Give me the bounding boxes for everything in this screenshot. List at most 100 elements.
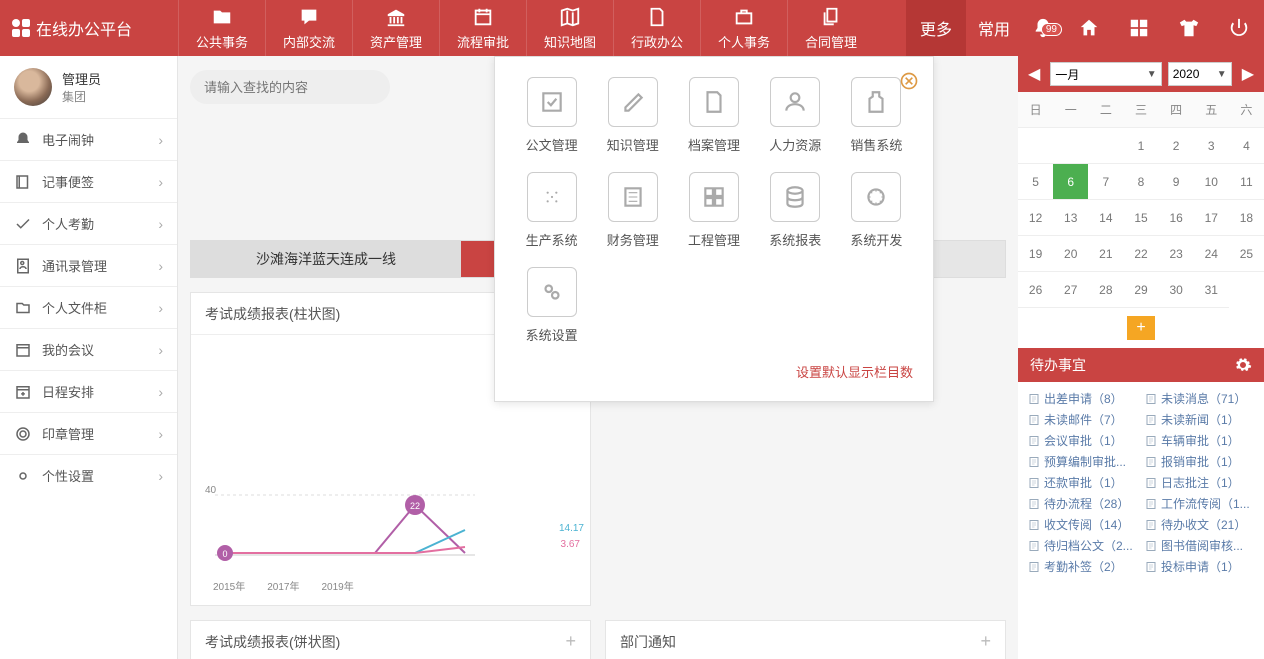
todo-item[interactable]: 还款审批（1） [1028, 474, 1137, 491]
sidebar-item-3[interactable]: 通讯录管理› [0, 244, 177, 286]
cal-day[interactable]: 30 [1159, 272, 1194, 308]
search-box[interactable] [190, 70, 390, 104]
nav-item-2[interactable]: 资产管理 [352, 0, 439, 56]
cal-day[interactable]: 12 [1018, 200, 1053, 236]
more-app-10[interactable]: 系统设置 [515, 267, 588, 344]
cal-day[interactable]: 15 [1123, 200, 1158, 236]
more-app-2[interactable]: 档案管理 [677, 77, 750, 154]
sidebar-item-2[interactable]: 个人考勤› [0, 202, 177, 244]
cal-day[interactable]: 22 [1123, 236, 1158, 272]
cal-day[interactable]: 27 [1053, 272, 1088, 308]
apps-button[interactable] [1114, 17, 1164, 39]
cal-day[interactable]: 16 [1159, 200, 1194, 236]
todo-item[interactable]: 会议审批（1） [1028, 432, 1137, 449]
cal-day[interactable]: 28 [1088, 272, 1123, 308]
power-button[interactable] [1214, 17, 1264, 39]
more-app-6[interactable]: 财务管理 [596, 172, 669, 249]
cal-day[interactable]: 24 [1194, 236, 1229, 272]
cal-day[interactable]: 31 [1194, 272, 1229, 308]
cal-day[interactable]: 9 [1159, 164, 1194, 200]
todo-item[interactable]: 预算编制审批... [1028, 453, 1137, 470]
todo-item[interactable]: 未读消息（71） [1145, 390, 1254, 407]
cal-day[interactable]: 3 [1194, 128, 1229, 164]
search-input[interactable] [204, 80, 380, 95]
sidebar-item-0[interactable]: 电子闹钟› [0, 118, 177, 160]
nav-common[interactable]: 常用 [966, 16, 1022, 40]
cal-prev-button[interactable]: ◀ [1024, 64, 1044, 84]
nav-item-4[interactable]: 知识地图 [526, 0, 613, 56]
cal-day[interactable]: 21 [1088, 236, 1123, 272]
todo-item[interactable]: 待归档公文（2... [1028, 537, 1137, 554]
close-button[interactable] [899, 71, 919, 94]
todo-item[interactable]: 日志批注（1） [1145, 474, 1254, 491]
todo-item[interactable]: 未读新闻（1） [1145, 411, 1254, 428]
calendar-add-button[interactable]: + [1127, 316, 1155, 340]
gear-icon[interactable] [1234, 356, 1252, 374]
todo-item[interactable]: 待办收文（21） [1145, 516, 1254, 533]
nav-item-5[interactable]: 行政办公 [613, 0, 700, 56]
sidebar-item-1[interactable]: 记事便签› [0, 160, 177, 202]
todo-item[interactable]: 车辆审批（1） [1145, 432, 1254, 449]
sidebar-item-7[interactable]: 印章管理› [0, 412, 177, 454]
cal-day[interactable]: 17 [1194, 200, 1229, 236]
year-select[interactable]: 2020▼ [1168, 62, 1232, 86]
nav-more[interactable]: 更多 [906, 0, 966, 56]
cal-day[interactable]: 4 [1229, 128, 1264, 164]
sidebar-item-4[interactable]: 个人文件柜› [0, 286, 177, 328]
todo-item[interactable]: 图书借阅审核... [1145, 537, 1254, 554]
todo-item[interactable]: 工作流传阅（1... [1145, 495, 1254, 512]
more-settings-link[interactable]: 设置默认显示栏目数 [515, 362, 913, 381]
more-app-1[interactable]: 知识管理 [596, 77, 669, 154]
brand[interactable]: 在线办公平台 [0, 0, 178, 56]
cal-day[interactable]: 19 [1018, 236, 1053, 272]
more-app-8[interactable]: 系统报表 [759, 172, 832, 249]
user-box[interactable]: 管理员 集团 [0, 56, 177, 118]
theme-button[interactable] [1164, 17, 1214, 39]
more-app-9[interactable]: 系统开发 [840, 172, 913, 249]
nav-item-1[interactable]: 内部交流 [265, 0, 352, 56]
cal-day[interactable]: 13 [1053, 200, 1088, 236]
nav-item-6[interactable]: 个人事务 [700, 0, 787, 56]
cal-day[interactable]: 6 [1053, 164, 1088, 200]
nav-item-7[interactable]: 合同管理 [787, 0, 874, 56]
app-icon [782, 89, 808, 115]
cal-day[interactable]: 20 [1053, 236, 1088, 272]
sidebar-item-8[interactable]: 个性设置› [0, 454, 177, 496]
cal-day[interactable]: 2 [1159, 128, 1194, 164]
home-button[interactable] [1064, 17, 1114, 39]
todo-item[interactable]: 考勤补签（2） [1028, 558, 1137, 575]
cal-day[interactable]: 1 [1123, 128, 1158, 164]
sidebar-item-6[interactable]: 日程安排› [0, 370, 177, 412]
month-select[interactable]: 一月▼ [1050, 62, 1161, 86]
nav-item-3[interactable]: 流程审批 [439, 0, 526, 56]
cal-blank [1088, 128, 1123, 164]
nav-item-0[interactable]: 公共事务 [178, 0, 265, 56]
cal-day[interactable]: 8 [1123, 164, 1158, 200]
panel-add-button[interactable]: + [565, 631, 576, 652]
cal-day[interactable]: 29 [1123, 272, 1158, 308]
notifications-button[interactable]: 99 [1022, 17, 1064, 39]
todo-item[interactable]: 收文传阅（14） [1028, 516, 1137, 533]
more-app-3[interactable]: 人力资源 [759, 77, 832, 154]
sidebar-item-5[interactable]: 我的会议› [0, 328, 177, 370]
cal-day[interactable]: 23 [1159, 236, 1194, 272]
todo-item[interactable]: 报销审批（1） [1145, 453, 1254, 470]
cal-next-button[interactable]: ▶ [1238, 64, 1258, 84]
more-app-0[interactable]: 公文管理 [515, 77, 588, 154]
more-app-7[interactable]: 工程管理 [677, 172, 750, 249]
cal-day[interactable]: 18 [1229, 200, 1264, 236]
todo-item[interactable]: 未读邮件（7） [1028, 411, 1137, 428]
cal-day[interactable]: 14 [1088, 200, 1123, 236]
todo-item[interactable]: 出差申请（8） [1028, 390, 1137, 407]
cal-day[interactable]: 5 [1018, 164, 1053, 200]
sidebar-label: 个人文件柜 [42, 298, 107, 317]
cal-day[interactable]: 11 [1229, 164, 1264, 200]
todo-item[interactable]: 待办流程（28） [1028, 495, 1137, 512]
cal-day[interactable]: 10 [1194, 164, 1229, 200]
todo-item[interactable]: 投标申请（1） [1145, 558, 1254, 575]
panel-add-button[interactable]: + [980, 631, 991, 652]
cal-day[interactable]: 25 [1229, 236, 1264, 272]
more-app-5[interactable]: 生产系统 [515, 172, 588, 249]
cal-day[interactable]: 7 [1088, 164, 1123, 200]
cal-day[interactable]: 26 [1018, 272, 1053, 308]
